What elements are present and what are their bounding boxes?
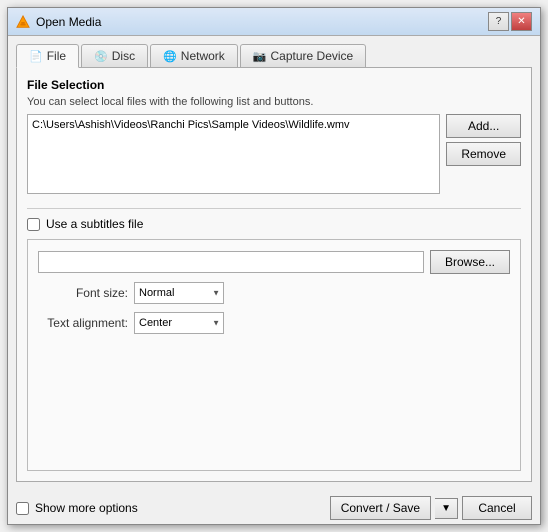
text-alignment-select-wrapper: Left Center Right <box>134 312 224 334</box>
titlebar: Open Media ? ✕ <box>8 8 540 36</box>
tab-capture-label: Capture Device <box>271 49 354 63</box>
file-tab-icon: 📄 <box>29 50 43 63</box>
tab-file-content: File Selection You can select local file… <box>16 67 532 482</box>
capture-tab-icon: 📷 <box>253 50 267 63</box>
text-alignment-label: Text alignment: <box>38 316 128 330</box>
tab-capture[interactable]: 📷 Capture Device <box>240 44 366 67</box>
subtitles-checkbox-row: Use a subtitles file <box>27 217 521 231</box>
subtitles-checkbox-label: Use a subtitles file <box>46 217 143 231</box>
tab-network[interactable]: 🌐 Network <box>150 44 238 67</box>
tab-disc-label: Disc <box>112 49 135 63</box>
show-more-row: Show more options <box>16 501 138 515</box>
close-button[interactable]: ✕ <box>511 12 532 31</box>
cancel-button[interactable]: Cancel <box>462 496 532 520</box>
font-size-label: Font size: <box>38 286 128 300</box>
titlebar-buttons: ? ✕ <box>488 12 532 31</box>
file-path: C:\Users\Ashish\Videos\Ranchi Pics\Sampl… <box>32 119 350 131</box>
bottom-bar: Show more options Convert / Save ▼ Cance… <box>8 490 540 524</box>
tab-network-label: Network <box>181 49 225 63</box>
subtitle-file-row: Browse... <box>38 250 510 274</box>
titlebar-left: Open Media <box>16 15 101 29</box>
window-title: Open Media <box>36 15 101 29</box>
bottom-buttons: Convert / Save ▼ Cancel <box>330 496 532 520</box>
tab-bar: 📄 File 💿 Disc 🌐 Network 📷 Capture Device <box>16 44 532 67</box>
add-button[interactable]: Add... <box>446 114 521 138</box>
file-description: You can select local files with the foll… <box>27 96 521 108</box>
network-tab-icon: 🌐 <box>163 50 177 63</box>
file-area: C:\Users\Ashish\Videos\Ranchi Pics\Sampl… <box>27 114 521 194</box>
dialog-content: 📄 File 💿 Disc 🌐 Network 📷 Capture Device… <box>8 36 540 490</box>
disc-tab-icon: 💿 <box>94 50 108 63</box>
show-more-checkbox[interactable] <box>16 502 29 515</box>
file-buttons: Add... Remove <box>446 114 521 194</box>
font-size-select[interactable]: Smaller Small Normal Large Larger <box>134 282 224 304</box>
font-size-row: Font size: Smaller Small Normal Large La… <box>38 282 510 304</box>
show-more-label: Show more options <box>35 501 138 515</box>
convert-save-button[interactable]: Convert / Save <box>330 496 431 520</box>
tab-file-label: File <box>47 49 66 63</box>
subtitle-browse-button[interactable]: Browse... <box>430 250 510 274</box>
text-alignment-row: Text alignment: Left Center Right <box>38 312 510 334</box>
subtitle-options-box: Browse... Font size: Smaller Small Norma… <box>27 239 521 471</box>
vlc-icon <box>16 15 30 29</box>
help-button[interactable]: ? <box>488 12 509 31</box>
separator <box>27 208 521 209</box>
convert-save-dropdown-arrow[interactable]: ▼ <box>435 498 458 519</box>
subtitles-checkbox[interactable] <box>27 218 40 231</box>
font-size-select-wrapper: Smaller Small Normal Large Larger <box>134 282 224 304</box>
file-section-title: File Selection <box>27 78 521 92</box>
open-media-dialog: Open Media ? ✕ 📄 File 💿 Disc 🌐 Network 📷 <box>7 7 541 525</box>
tab-file[interactable]: 📄 File <box>16 44 79 68</box>
file-list[interactable]: C:\Users\Ashish\Videos\Ranchi Pics\Sampl… <box>27 114 440 194</box>
remove-button[interactable]: Remove <box>446 142 521 166</box>
subtitle-file-input[interactable] <box>38 251 424 273</box>
text-alignment-select[interactable]: Left Center Right <box>134 312 224 334</box>
tab-disc[interactable]: 💿 Disc <box>81 44 148 67</box>
